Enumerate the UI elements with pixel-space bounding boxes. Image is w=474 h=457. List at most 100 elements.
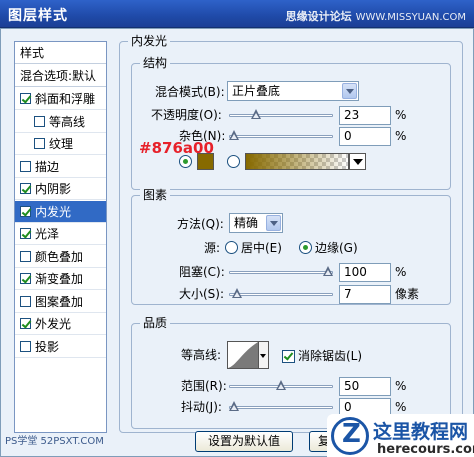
size-slider-thumb[interactable] bbox=[231, 288, 242, 300]
choke-slider[interactable] bbox=[229, 266, 333, 280]
style-item[interactable]: 纹理 bbox=[15, 133, 106, 155]
style-item-checkbox[interactable] bbox=[20, 318, 31, 329]
source-center-radio[interactable] bbox=[225, 241, 238, 254]
size-input[interactable]: 7 bbox=[339, 285, 391, 304]
opacity-slider-thumb[interactable] bbox=[250, 109, 261, 121]
method-value: 精确 bbox=[234, 216, 259, 230]
site-logo-icon bbox=[331, 417, 369, 455]
noise-slider-thumb[interactable] bbox=[229, 130, 239, 142]
style-item-label: 纹理 bbox=[49, 137, 74, 151]
style-item[interactable]: 外发光 bbox=[15, 313, 106, 335]
style-item-label: 内发光 bbox=[35, 204, 72, 219]
blend-mode-value: 正片叠底 bbox=[232, 84, 281, 98]
watermark-cn: 思缘设计论坛 bbox=[285, 10, 352, 23]
noise-slider[interactable] bbox=[229, 130, 333, 144]
style-item-checkbox[interactable] bbox=[20, 205, 31, 217]
style-list-header: 样式 bbox=[15, 42, 106, 64]
chevron-down-icon bbox=[342, 83, 357, 99]
style-item-label: 内阴影 bbox=[35, 182, 72, 196]
style-item-checkbox[interactable] bbox=[20, 183, 31, 194]
elements-title: 图素 bbox=[140, 188, 171, 202]
range-slider-thumb[interactable] bbox=[276, 380, 286, 392]
size-label: 大小(S): bbox=[179, 287, 225, 301]
glow-color-swatch[interactable] bbox=[197, 153, 214, 170]
title-bar: 图层样式 思缘设计论坛 WWW.MISSYUAN.COM bbox=[0, 0, 474, 28]
jitter-label: 抖动(J): bbox=[181, 400, 222, 414]
style-item-label: 外发光 bbox=[35, 317, 72, 331]
source-label: 源: bbox=[204, 241, 221, 255]
opacity-slider[interactable] bbox=[229, 109, 333, 123]
style-item-checkbox[interactable] bbox=[20, 250, 31, 262]
size-unit: 像素 bbox=[395, 287, 420, 301]
range-input[interactable]: 50 bbox=[339, 377, 391, 396]
style-item[interactable]: 内发光 bbox=[15, 200, 106, 223]
antialias-checkbox[interactable] bbox=[282, 350, 295, 363]
opacity-unit: % bbox=[395, 108, 407, 122]
method-label: 方法(Q): bbox=[177, 217, 224, 231]
source-center-label[interactable]: 居中(E) bbox=[241, 240, 282, 256]
style-item[interactable]: 光泽 bbox=[15, 223, 106, 245]
layer-style-window: 样式 混合选项:默认 斜面和浮雕 等高线 纹理 描边 内阴影 内发光 光泽 颜色叠加 渐变叠加图… bbox=[0, 28, 474, 457]
style-item-label: 渐变叠加 bbox=[35, 272, 84, 286]
source-edge-radio[interactable] bbox=[299, 241, 312, 254]
style-item-label: 投影 bbox=[35, 339, 60, 354]
gradient-dropdown-button[interactable] bbox=[349, 153, 366, 170]
style-item-checkbox[interactable] bbox=[34, 115, 45, 127]
site-logo-url: herecours.com bbox=[377, 442, 474, 457]
contour-preview[interactable] bbox=[227, 341, 259, 369]
gradient-radio[interactable] bbox=[227, 155, 240, 168]
opacity-input[interactable]: 23 bbox=[339, 106, 391, 125]
style-item-checkbox[interactable] bbox=[20, 228, 31, 239]
style-list: 样式 混合选项:默认 斜面和浮雕等高线纹理描边内阴影内发光光泽颜色叠加渐变叠加图… bbox=[14, 41, 107, 433]
style-item-label: 光泽 bbox=[35, 227, 60, 241]
range-label: 范围(R): bbox=[181, 379, 227, 393]
style-item-label: 描边 bbox=[35, 159, 60, 174]
window-title: 图层样式 bbox=[8, 8, 68, 24]
contour-dropdown-button[interactable] bbox=[259, 341, 269, 369]
range-slider[interactable] bbox=[229, 380, 333, 394]
solid-color-radio[interactable] bbox=[179, 155, 192, 168]
set-default-button[interactable]: 设置为默认值 bbox=[195, 431, 293, 452]
inner-glow-title: 内发光 bbox=[128, 34, 171, 48]
contour-label: 等高线: bbox=[181, 348, 222, 362]
jitter-slider[interactable] bbox=[229, 401, 333, 415]
choke-unit: % bbox=[395, 265, 407, 279]
style-item-checkbox[interactable] bbox=[20, 340, 31, 352]
style-item-label: 图案叠加 bbox=[35, 294, 84, 309]
style-item-checkbox[interactable] bbox=[34, 138, 45, 149]
style-item[interactable]: 斜面和浮雕 bbox=[15, 88, 106, 110]
style-item[interactable]: 描边 bbox=[15, 156, 106, 178]
choke-input[interactable]: 100 bbox=[339, 263, 391, 282]
blend-options-item[interactable]: 混合选项:默认 bbox=[15, 65, 106, 87]
antialias-label[interactable]: 消除锯齿(L) bbox=[298, 348, 362, 364]
style-item[interactable]: 渐变叠加 bbox=[15, 268, 106, 290]
source-edge-label[interactable]: 边缘(G) bbox=[315, 240, 358, 256]
style-item[interactable]: 图案叠加 bbox=[15, 291, 106, 313]
method-select[interactable]: 精确 bbox=[229, 213, 283, 233]
footer-watermark: PS学堂 52PSXT.COM bbox=[5, 436, 104, 447]
style-item-checkbox[interactable] bbox=[20, 160, 31, 172]
noise-unit: % bbox=[395, 129, 407, 143]
site-logo-text: 这里教程网 bbox=[373, 421, 469, 443]
style-item-label: 等高线 bbox=[49, 114, 86, 129]
glow-gradient-picker[interactable] bbox=[245, 153, 349, 170]
range-unit: % bbox=[395, 379, 407, 393]
jitter-slider-thumb[interactable] bbox=[229, 401, 239, 413]
style-item-checkbox[interactable] bbox=[20, 295, 31, 307]
style-item[interactable]: 内阴影 bbox=[15, 178, 106, 200]
opacity-label: 不透明度(O): bbox=[151, 108, 222, 122]
style-item-checkbox[interactable] bbox=[20, 93, 31, 104]
chevron-down-icon bbox=[266, 215, 281, 231]
quality-title: 品质 bbox=[140, 316, 171, 330]
style-item[interactable]: 等高线 bbox=[15, 111, 106, 133]
style-item[interactable]: 投影 bbox=[15, 336, 106, 358]
contour-curve-icon bbox=[228, 342, 258, 368]
style-item-checkbox[interactable] bbox=[20, 273, 31, 284]
style-item-label: 斜面和浮雕 bbox=[35, 92, 96, 106]
style-item[interactable]: 颜色叠加 bbox=[15, 246, 106, 268]
choke-slider-thumb[interactable] bbox=[323, 266, 333, 278]
size-slider[interactable] bbox=[229, 288, 333, 302]
style-item-label: 颜色叠加 bbox=[35, 249, 84, 264]
noise-input[interactable]: 0 bbox=[339, 127, 391, 146]
blend-mode-select[interactable]: 正片叠底 bbox=[227, 81, 359, 101]
